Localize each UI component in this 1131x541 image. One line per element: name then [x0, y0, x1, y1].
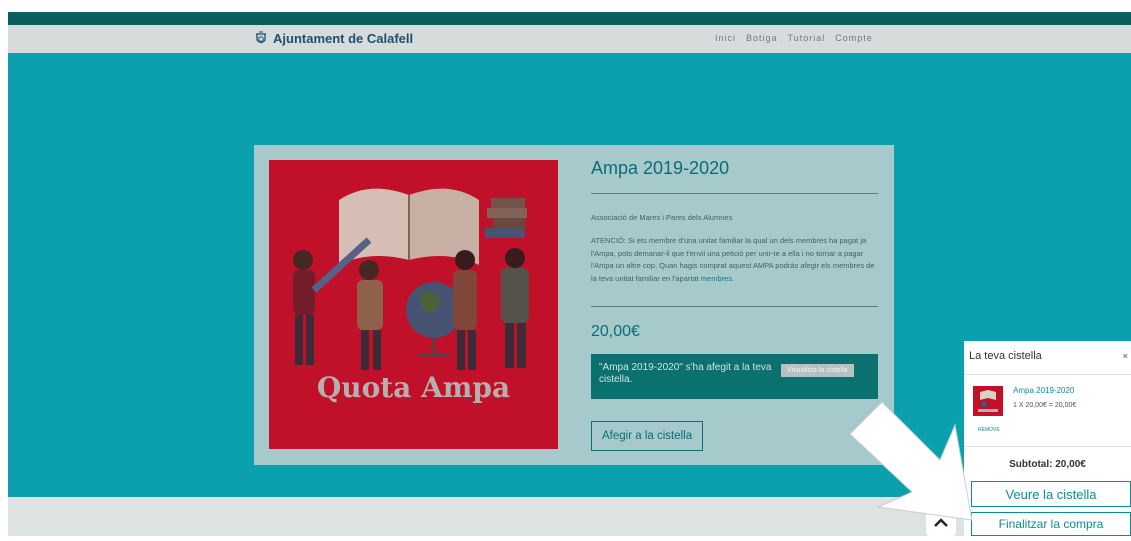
- nav-inici[interactable]: Inici: [715, 33, 736, 43]
- description-end: .: [732, 273, 735, 283]
- coat-of-arms-icon: [256, 31, 266, 44]
- product-subtitle: Associació de Mares i Pares dels Alumnes: [591, 213, 733, 222]
- view-cart-link-button[interactable]: Veure la cistella: [971, 481, 1131, 507]
- site-header: Ajuntament de Calafell Inici Botiga Tuto…: [8, 25, 1131, 53]
- checkout-button[interactable]: Finalitzar la compra: [971, 512, 1131, 536]
- thumbnail-illustration: [978, 390, 998, 412]
- product-card: Quota Ampa Ampa 2019-2020 Associació de …: [254, 145, 894, 465]
- logo-text: Ajuntament de Calafell: [273, 31, 414, 46]
- members-link[interactable]: membres: [701, 274, 732, 283]
- divider: [591, 306, 878, 307]
- product-illustration: [293, 188, 529, 370]
- added-to-cart-notice: "Ampa 2019-2020" s'ha afegit a la teva c…: [591, 354, 878, 399]
- site-logo[interactable]: Ajuntament de Calafell: [254, 31, 413, 46]
- cart-item-name[interactable]: Ampa 2019-2020: [1013, 386, 1074, 395]
- nav-botiga[interactable]: Botiga: [746, 33, 778, 43]
- product-title: Ampa 2019-2020: [591, 158, 730, 178]
- nav-compte[interactable]: Compte: [835, 33, 873, 43]
- add-to-cart-button[interactable]: Afegir a la cistella: [591, 421, 704, 451]
- divider: [964, 446, 1131, 447]
- main-nav: Inici Botiga Tutorial Compte: [715, 33, 873, 43]
- notice-message: "Ampa 2019-2020" s'ha afegit a la teva c…: [599, 362, 772, 385]
- product-image[interactable]: Quota Ampa: [269, 160, 558, 449]
- scroll-button[interactable]: [926, 509, 956, 536]
- cart-item-thumbnail[interactable]: [973, 386, 1003, 416]
- divider: [964, 374, 1131, 375]
- product-image-caption: Quota Ampa: [316, 371, 511, 404]
- product-price: 20,00€: [591, 323, 640, 340]
- cart-item-quantity: 1 X 20,00€ = 20,00€: [1013, 402, 1077, 409]
- view-cart-button[interactable]: Visualitza la cistella: [781, 364, 854, 377]
- footer-band: [8, 497, 1131, 536]
- top-strip: [8, 12, 1131, 25]
- mini-cart-title: La teva cistella: [969, 350, 1042, 362]
- cart-subtotal: Subtotal: 20,00€: [1009, 459, 1086, 470]
- close-icon[interactable]: ×: [1123, 351, 1128, 361]
- remove-item-link[interactable]: REMOVE: [978, 427, 1000, 433]
- nav-tutorial[interactable]: Tutorial: [788, 33, 826, 43]
- mini-cart-panel: La teva cistella × Ampa 2019-2020 1 X 20…: [964, 341, 1131, 536]
- product-description: ATENCIÓ: Si ets membre d'una unitat fami…: [591, 235, 878, 285]
- chevron-up-icon: [934, 518, 948, 527]
- divider: [591, 193, 878, 194]
